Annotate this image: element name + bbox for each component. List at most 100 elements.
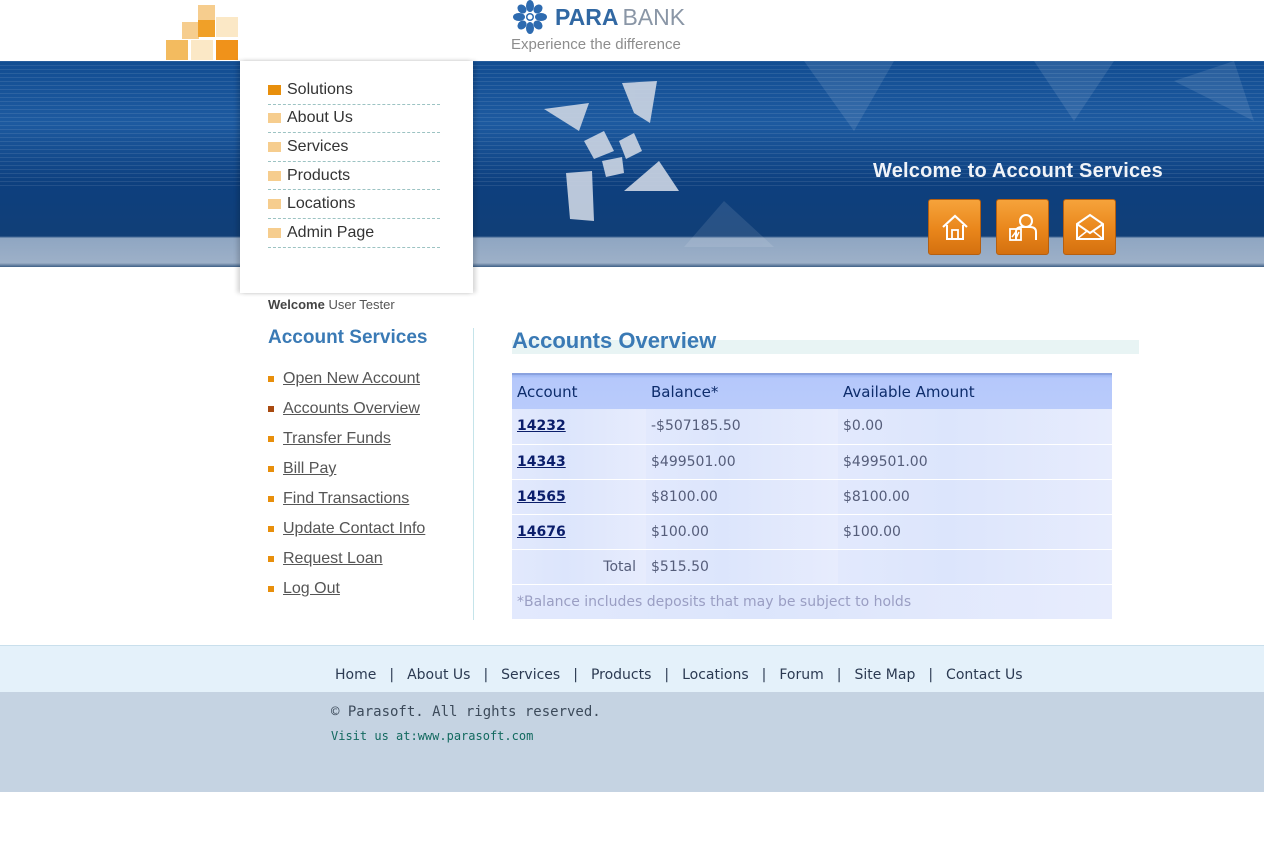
hero-artwork: [474, 61, 1264, 247]
about-button[interactable]: [996, 199, 1049, 255]
sidebar-link-label[interactable]: Request Loan: [283, 550, 383, 568]
footer-separator: |: [664, 667, 670, 683]
contact-button[interactable]: [1063, 199, 1116, 255]
footer-nav: Home | About Us | Services | Products | …: [335, 667, 1023, 683]
sidebar-link-bill-pay[interactable]: Bill Pay: [268, 454, 425, 484]
available-cell: $8100.00: [838, 479, 1112, 515]
available-cell: $0.00: [838, 409, 1112, 445]
sidebar-link-label[interactable]: Update Contact Info: [283, 520, 425, 538]
total-row: Total $515.50: [512, 549, 1112, 585]
account-link[interactable]: 14676: [517, 524, 566, 540]
bullet-icon: [268, 141, 281, 152]
footer-link-contact-us[interactable]: Contact Us: [946, 667, 1022, 683]
footer-link-forum[interactable]: Forum: [779, 667, 823, 683]
footer-link-about-us[interactable]: About Us: [407, 667, 470, 683]
sidebar-link-open-new-account[interactable]: Open New Account: [268, 364, 425, 394]
empty-cell: [838, 549, 1112, 585]
visit-link[interactable]: Visit us at:www.parasoft.com: [331, 729, 533, 743]
sidebar-link-label[interactable]: Open New Account: [283, 370, 420, 388]
column-header-balance: Balance*: [646, 373, 838, 409]
bullet-icon: [268, 227, 281, 238]
sidebar-link-label[interactable]: Transfer Funds: [283, 430, 391, 448]
footer-separator: |: [928, 667, 934, 683]
table-row: 14343 $499501.00 $499501.00: [512, 444, 1112, 480]
top-nav-item-services[interactable]: Services: [268, 133, 440, 162]
table-row: 14232 -$507185.50 $0.00: [512, 409, 1112, 445]
footer-link-products[interactable]: Products: [591, 667, 651, 683]
bullet-icon: [268, 113, 281, 124]
sidebar-link-log-out[interactable]: Log Out: [268, 574, 425, 604]
footer-link-locations[interactable]: Locations: [682, 667, 749, 683]
account-cell: 14343: [512, 444, 646, 480]
footer-bottom: [0, 692, 1264, 792]
top-nav-item-solutions[interactable]: Solutions: [268, 76, 440, 105]
table-row: 14565 $8100.00 $8100.00: [512, 479, 1112, 515]
account-link[interactable]: 14565: [517, 489, 566, 505]
column-header-account: Account: [512, 373, 646, 409]
sidebar-link-request-loan[interactable]: Request Loan: [268, 544, 425, 574]
sidebar-link-label[interactable]: Accounts Overview: [283, 400, 420, 418]
bullet-icon: [268, 436, 274, 442]
brand-name-para: PARA: [555, 3, 619, 30]
footer-link-site-map[interactable]: Site Map: [854, 667, 915, 683]
parabank-logo-icon: [513, 0, 547, 34]
top-nav-label: Products: [287, 166, 351, 184]
user-name: User Tester: [328, 297, 395, 312]
hero-welcome-text: Welcome to Account Services: [873, 160, 1163, 182]
arrows-illustration-icon: [544, 61, 1254, 247]
bullet-icon: [268, 84, 281, 95]
available-cell: $499501.00: [838, 444, 1112, 480]
balance-cell: -$507185.50: [646, 409, 838, 445]
home-icon: [941, 214, 968, 240]
sidebar-link-find-transactions[interactable]: Find Transactions: [268, 484, 425, 514]
top-nav-label: Services: [287, 137, 349, 155]
footer-link-services[interactable]: Services: [501, 667, 560, 683]
sidebar-link-accounts-overview[interactable]: Accounts Overview: [268, 394, 425, 424]
account-link[interactable]: 14343: [517, 454, 566, 470]
account-cell: 14232: [512, 409, 646, 445]
balance-note: *Balance includes deposits that may be s…: [512, 584, 1112, 620]
top-nav-item-admin-page[interactable]: Admin Page: [268, 219, 440, 248]
total-value: $515.50: [646, 549, 838, 585]
bullet-icon: [268, 556, 274, 562]
account-link[interactable]: 14232: [517, 418, 566, 434]
top-nav-item-locations[interactable]: Locations: [268, 190, 440, 219]
account-cell: 14565: [512, 479, 646, 515]
brand-name-bank: BANK: [622, 3, 686, 30]
sidebar-divider: [473, 328, 474, 620]
column-header-available: Available Amount: [838, 373, 1112, 409]
footer-separator: |: [389, 667, 395, 683]
bullet-icon: [268, 199, 281, 210]
note-row: *Balance includes deposits that may be s…: [512, 584, 1112, 620]
top-nav-item-about-us[interactable]: About Us: [268, 105, 440, 134]
sidebar-link-label[interactable]: Find Transactions: [283, 490, 409, 508]
balance-cell: $100.00: [646, 514, 838, 550]
copyright-text: © Parasoft. All rights reserved.: [331, 704, 601, 720]
sidebar-link-update-contact-info[interactable]: Update Contact Info: [268, 514, 425, 544]
top-nav-item-products[interactable]: Products: [268, 162, 440, 191]
top-nav-label: Solutions: [287, 80, 353, 98]
top-nav-label: Locations: [287, 195, 356, 213]
sidebar-link-label[interactable]: Log Out: [283, 580, 340, 598]
sidebar-link-transfer-funds[interactable]: Transfer Funds: [268, 424, 425, 454]
footer-separator: |: [483, 667, 489, 683]
bullet-icon: [268, 170, 281, 181]
top-nav-label: About Us: [287, 109, 353, 127]
bullet-icon: [268, 526, 274, 532]
bullet-icon: [268, 406, 274, 412]
contact-people-icon: [1008, 214, 1037, 241]
brand-tagline: Experience the difference: [511, 36, 681, 53]
welcome-label: Welcome: [268, 297, 325, 312]
account-cell: 14676: [512, 514, 646, 550]
home-button[interactable]: [928, 199, 981, 255]
footer-separator: |: [761, 667, 767, 683]
accounts-table: Account Balance* Available Amount 14232 …: [512, 373, 1112, 620]
brand-logo[interactable]: PARA BANK: [511, 0, 685, 34]
footer-link-home[interactable]: Home: [335, 667, 376, 683]
sidebar-link-label[interactable]: Bill Pay: [283, 460, 336, 478]
top-nav-label: Admin Page: [287, 223, 375, 241]
welcome-message: Welcome User Tester: [268, 297, 395, 312]
sidebar-links: Open New Account Accounts Overview Trans…: [268, 364, 425, 604]
sidebar-title: Account Services: [268, 327, 428, 348]
bullet-icon: [268, 496, 274, 502]
